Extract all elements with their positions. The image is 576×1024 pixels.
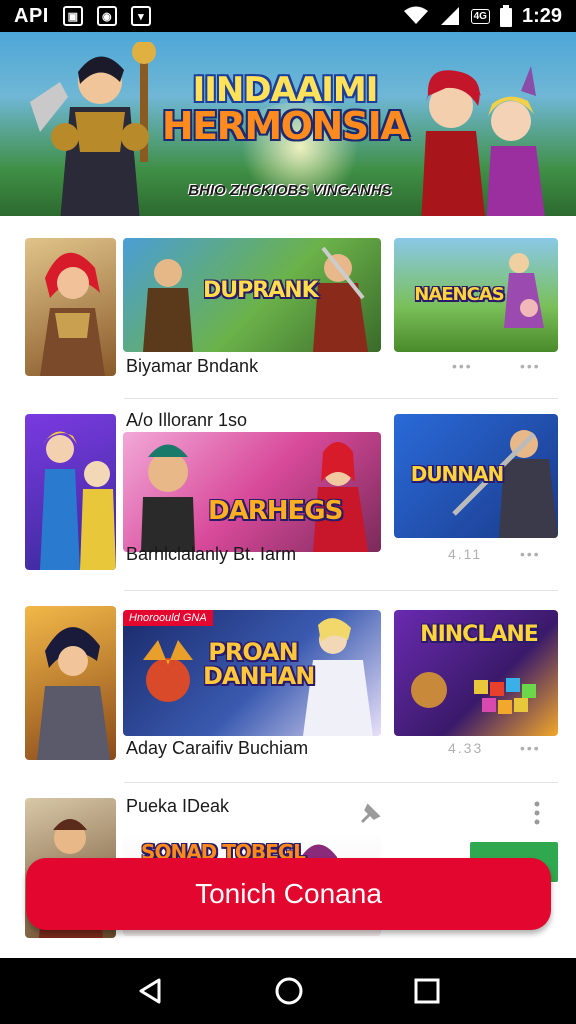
back-icon[interactable] [135, 976, 165, 1006]
signal-icon [440, 7, 459, 25]
hero-heroines-image [421, 66, 545, 216]
home-icon[interactable] [274, 976, 304, 1006]
download-icon: ▾ [130, 6, 151, 26]
game-thumb-3[interactable] [25, 606, 116, 760]
hero-banner[interactable]: IINDAAIMI HERMONSIA BHIO ZHCKIOBS VINGAN… [0, 32, 576, 216]
character-image [40, 431, 116, 570]
game-rating: 4.33 [448, 740, 484, 756]
more-options-icon[interactable]: ••• [520, 740, 541, 756]
wifi-icon [403, 6, 428, 24]
card-art-title: NINCLANE [420, 622, 539, 647]
divider [124, 782, 558, 783]
pin-icon[interactable] [358, 800, 384, 826]
game-rating: 4.11 [448, 546, 483, 562]
hero-title: IINDAAIMI HERMONSIA [150, 70, 420, 148]
camera-icon: ◉ [96, 6, 117, 26]
game-card-1[interactable]: DUPRANK [123, 238, 381, 352]
character-image [40, 252, 105, 376]
hero-subtitle: BHIO ZHCKIOBS VINGANHS [188, 182, 392, 199]
game-card-2[interactable]: NAENCAS [394, 238, 558, 352]
hero-title-line2: HERMONSIA [161, 104, 410, 148]
game-card-3[interactable]: DARHEGS [123, 432, 381, 552]
system-nav-bar [0, 958, 576, 1024]
card-art-title: PROAN DANHAN [203, 638, 315, 690]
divider [124, 398, 558, 399]
more-vertical-icon[interactable] [532, 800, 542, 826]
primary-cta-button[interactable]: Tonich Conana [26, 858, 551, 930]
game-title: Biyamar Bndank [126, 356, 259, 376]
hero-warrior-image [30, 42, 156, 216]
recents-icon[interactable] [413, 977, 441, 1005]
card-art-title: DUNNAN [410, 462, 505, 486]
carrier-label: API [14, 4, 49, 27]
game-thumb-2[interactable] [25, 414, 116, 570]
card-art-title: NAENCAS [414, 284, 504, 305]
card-tag: Hnoroould GNA [123, 610, 213, 626]
battery-icon [499, 5, 512, 27]
divider [124, 590, 558, 591]
clock: 1:29 [521, 4, 562, 27]
game-subtitle: A/o Illoranr 1so [126, 410, 248, 430]
more-options-icon[interactable]: ••• [520, 358, 541, 374]
status-bar: API ▣ ◉ ▾ 4G 1:29 [0, 0, 576, 32]
game-card-5[interactable]: Hnoroould GNA PROAN DANHAN [123, 610, 381, 736]
game-thumb-1[interactable] [25, 238, 116, 376]
game-meta: ••• [452, 358, 473, 374]
card-art-title: DUPRANK [203, 278, 319, 303]
card-art [141, 442, 368, 552]
network-badge: 4G [470, 8, 490, 24]
gallery-icon: ▣ [62, 6, 83, 26]
character-image [37, 627, 110, 760]
card-art-title: DARHEGS [208, 496, 343, 526]
game-title: Aday Caraifiv Buchiam [126, 738, 309, 758]
game-title: Pueka IDeak [126, 796, 230, 816]
game-card-6[interactable]: NINCLANE [394, 610, 558, 736]
game-card-4[interactable]: DUNNAN [394, 414, 558, 538]
game-title: Barhlclalanly Bt. Iarm [126, 544, 297, 564]
more-options-icon[interactable]: ••• [520, 546, 541, 562]
